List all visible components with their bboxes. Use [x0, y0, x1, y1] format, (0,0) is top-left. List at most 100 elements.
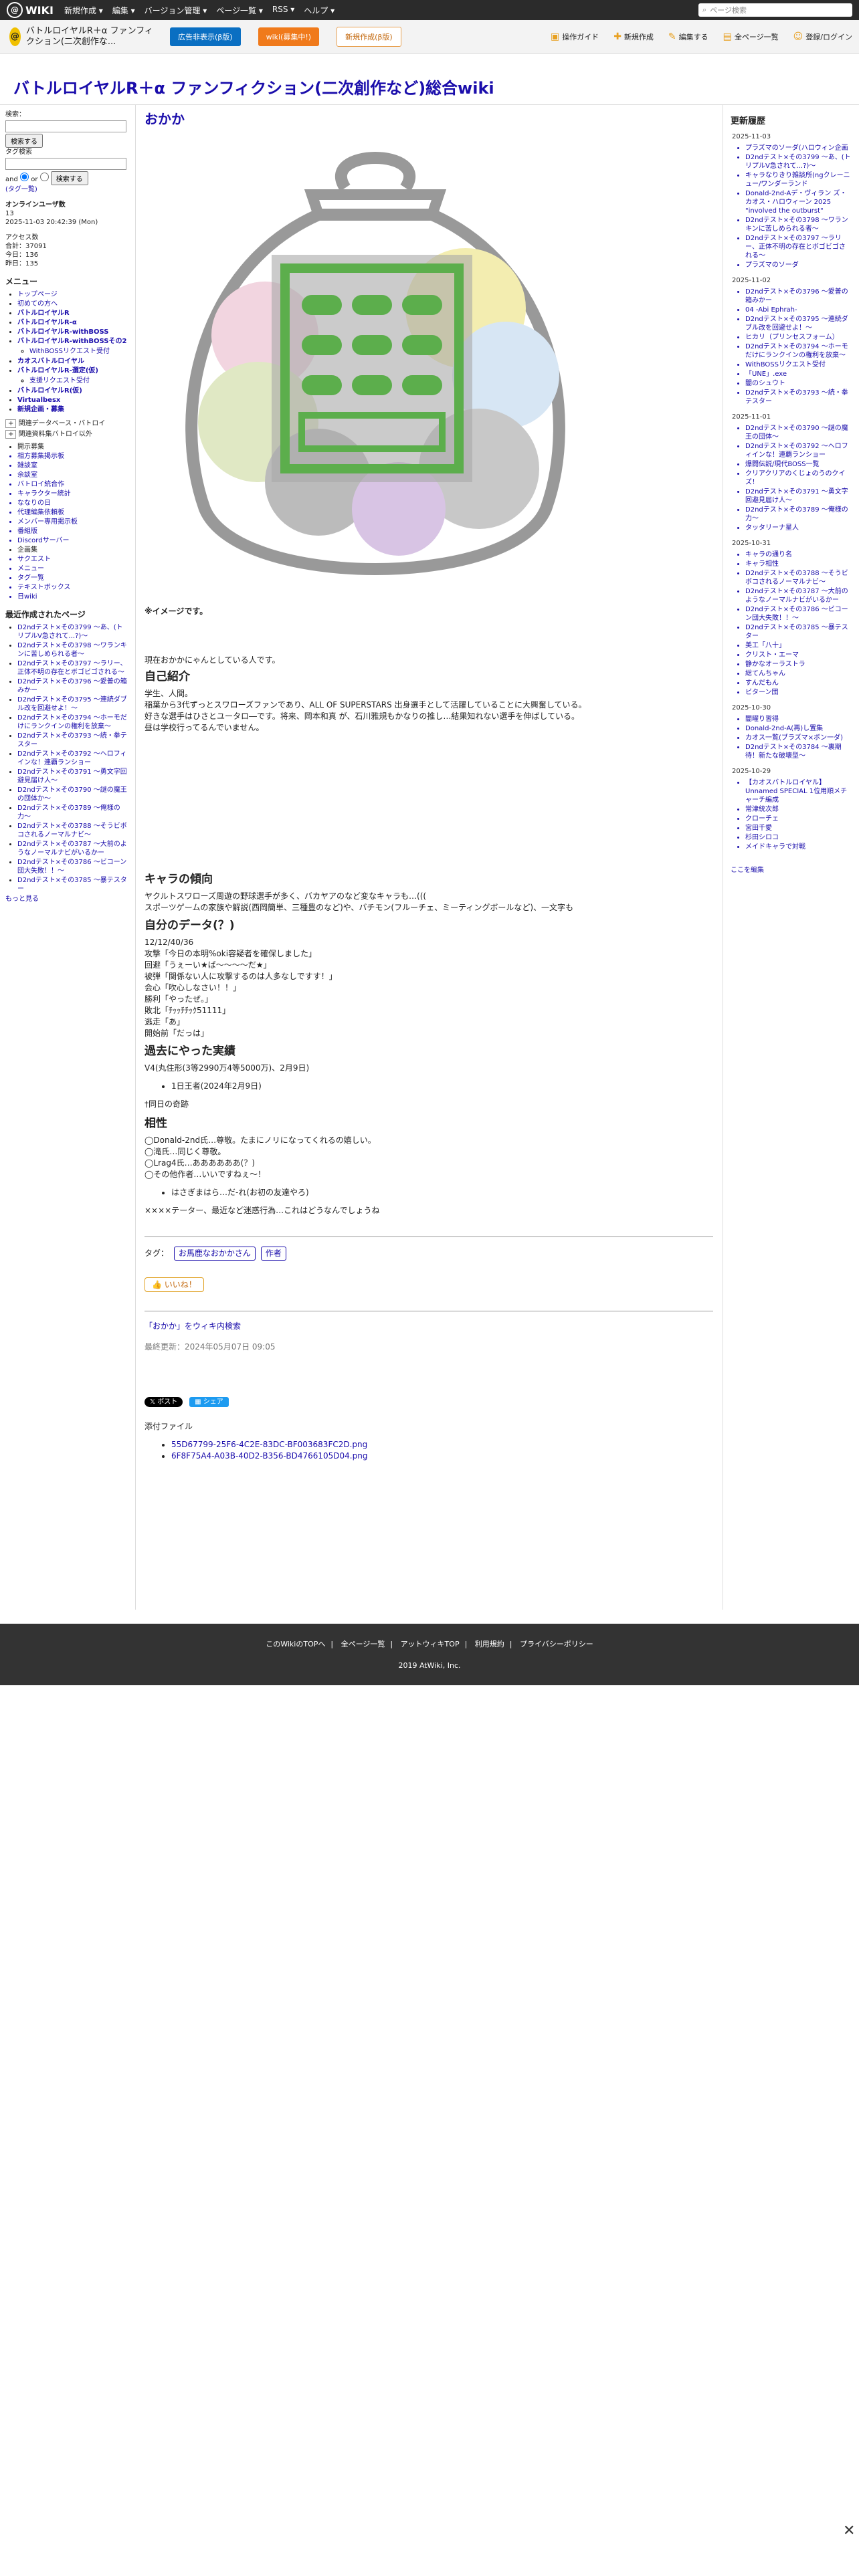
menu-pages[interactable]: ページ一覧 ▾ — [216, 5, 263, 16]
menu-item[interactable]: 初めての方へ — [17, 300, 58, 308]
history-item[interactable]: 総てんちゃん — [745, 669, 851, 678]
page-title[interactable]: バトルロイヤルR＋α ファンフィクション(二次創作など)総合wiki — [13, 75, 494, 98]
tag-list-link[interactable]: (タグ一覧) — [5, 185, 129, 194]
guide-button[interactable]: ▣ 操作ガイド — [551, 31, 599, 42]
tag-link[interactable]: お馬鹿なおかかさん — [173, 1247, 256, 1261]
history-item[interactable]: 爆闘伝説/現代BOSS一覧 — [745, 460, 851, 469]
recent-page-link[interactable]: D2ndテスト×その3798 〜ワランキンに苦しめられる者〜 — [17, 642, 127, 658]
history-item[interactable]: D2ndテスト×その3790 〜謎の魔王の団体〜 — [745, 424, 851, 441]
submenu-item[interactable]: バトロイ統合作 — [17, 480, 129, 489]
submenu-item[interactable]: テキストボックス — [17, 583, 129, 592]
menu-item[interactable]: カオスバトルロイヤル — [17, 358, 84, 365]
recent-page-link[interactable]: D2ndテスト×その3795 〜連続ダブル改を回避せよ！〜 — [17, 696, 127, 712]
history-item[interactable]: WithBOSSリクエスト受付 — [745, 360, 851, 369]
submenu-item[interactable]: 番組版 — [17, 527, 129, 536]
history-item[interactable]: Donald-2nd-Aデ・ヴィラン ズ・カオス・ハロウィーン 2025 "in… — [745, 189, 851, 215]
recent-page-link[interactable]: D2ndテスト×その3790 〜謎の魔王の団体か〜 — [17, 786, 127, 802]
recent-page-link[interactable]: D2ndテスト×その3793 〜続・拳テスター — [17, 732, 127, 748]
menu-item[interactable]: バトルロイヤルR-選定(仮) — [17, 367, 98, 374]
sidebar-search-input[interactable] — [5, 120, 126, 132]
history-item[interactable]: 04 -Abi Ephrah- — [745, 306, 851, 314]
footer-link[interactable]: このWikiのTOPへ — [266, 1640, 325, 1648]
history-item[interactable]: 闇曜り習得 — [745, 715, 851, 724]
menu-item[interactable]: バトルロイヤルR-withBOSSその2 — [17, 338, 126, 345]
submenu-item[interactable]: メニュー — [17, 564, 129, 573]
history-item[interactable]: D2ndテスト×その3793 〜続・拳テスター — [745, 389, 851, 406]
history-item[interactable]: プラズマのソーダ — [745, 261, 851, 270]
history-item[interactable]: D2ndテスト×その3796 〜愛普の箱みかー — [745, 288, 851, 305]
edit-here-link[interactable]: ここを編集 — [731, 867, 764, 874]
history-item[interactable]: 杉田シロコ — [745, 833, 851, 842]
recent-page-link[interactable]: D2ndテスト×その3792 〜ヘロフィインな！連覇ランショー — [17, 750, 127, 766]
history-item[interactable]: 美工「八十」 — [745, 641, 851, 650]
page-search-input[interactable]: ⌕ ページ検索 — [698, 3, 852, 17]
menu-version[interactable]: バージョン管理 ▾ — [145, 5, 207, 16]
history-item[interactable]: D2ndテスト×その3786 〜ビコーン団大失敗！！〜 — [745, 605, 851, 623]
history-item[interactable]: D2ndテスト×その3784 〜裏期待！新たな破壊型〜 — [745, 743, 851, 760]
history-item[interactable]: カオス一覧(ブラズマ×ボン一ダ) — [745, 734, 851, 742]
submenu-item[interactable]: キャラクター統計 — [17, 490, 129, 498]
submenu-item[interactable]: 余談室 — [17, 471, 129, 479]
submenu-item[interactable]: 相方募集掲示板 — [17, 452, 129, 461]
submenu-item[interactable]: 日wiki — [17, 593, 129, 601]
menu-item[interactable]: バトルロイヤルR — [17, 310, 70, 317]
history-item[interactable]: 静かなオーラストラ — [745, 660, 851, 669]
menu-item[interactable]: バトルロイヤルR(仮) — [17, 387, 82, 395]
edit-page-button[interactable]: ✎ 編集する — [668, 31, 708, 42]
history-item[interactable]: クリアクリアのくじょのうのクイズ！ — [745, 469, 851, 487]
footer-link[interactable]: アットウィキTOP — [401, 1640, 460, 1648]
history-item[interactable]: D2ndテスト×その3791 〜勇文字回避見届け人〜 — [745, 488, 851, 505]
recent-page-link[interactable]: D2ndテスト×その3797 〜ラリー、正体不明の存在とボゴビゴされる〜 — [17, 660, 127, 676]
recent-page-link[interactable]: D2ndテスト×その3786 〜ビコーン団大失敗！！〜 — [17, 859, 126, 875]
like-button[interactable]: 👍 いいね！ — [145, 1277, 204, 1292]
menu-rss[interactable]: RSS ▾ — [272, 5, 294, 16]
sidebar-search-button[interactable]: 検索する — [5, 134, 43, 148]
history-item[interactable]: タッタリーナ星人 — [745, 524, 851, 532]
history-item[interactable]: D2ndテスト×その3789 〜俺様の力〜 — [745, 506, 851, 523]
new-page-button[interactable]: ✚ 新規作成 — [613, 31, 654, 42]
footer-link[interactable]: 全ページ一覧 — [341, 1640, 385, 1648]
history-item[interactable]: すんだもん — [745, 679, 851, 687]
history-item[interactable]: プラズマのソーダ(ハロウィン企画 — [745, 144, 851, 152]
tag-search-button[interactable]: 検索する — [50, 171, 88, 185]
all-pages-button[interactable]: ▤ 全ページ一覧 — [723, 31, 779, 42]
history-item[interactable]: クリスト・エーマ — [745, 651, 851, 659]
history-item[interactable]: 闇のシュウト — [745, 379, 851, 388]
history-item[interactable]: ビターン団 — [745, 688, 851, 697]
submenu-item[interactable]: タグ一覧 — [17, 574, 129, 582]
history-item[interactable]: Donald-2nd-A(再)し置集 — [745, 724, 851, 733]
menu-item[interactable]: 支援リクエスト受付 — [29, 377, 90, 385]
submenu-item[interactable]: 代理編集依頼板 — [17, 508, 129, 517]
submenu-item[interactable]: 開示募集 — [17, 443, 129, 451]
submenu-item[interactable]: メンバー専用掲示板 — [17, 518, 129, 526]
history-item[interactable]: キャラ相性 — [745, 560, 851, 568]
x-post-button[interactable]: 𝕏 ポスト — [145, 1397, 183, 1407]
submenu-item[interactable]: Discordサーバー — [17, 536, 129, 545]
menu-item[interactable]: バトルロイヤルR-α — [17, 319, 77, 326]
new-beta-button[interactable]: 新規作成(β版) — [337, 27, 401, 47]
history-item[interactable]: D2ndテスト×その3795 〜連続ダブル改を回避せよ！〜 — [745, 315, 851, 332]
recent-page-link[interactable]: D2ndテスト×その3785 〜暴テスター — [17, 877, 127, 893]
history-item[interactable]: メイドキャラで対戦 — [745, 843, 851, 851]
menu-item[interactable]: 新規企画・募集 — [17, 406, 64, 413]
history-item[interactable]: D2ndテスト×その3792 〜ヘロフィインな！連覇ランショー — [745, 442, 851, 459]
tag-search-input[interactable] — [5, 158, 126, 170]
recent-page-link[interactable]: D2ndテスト×その3789 〜俺様の力〜 — [17, 804, 120, 821]
menu-help[interactable]: ヘルプ ▾ — [304, 5, 335, 16]
and-radio[interactable] — [39, 173, 49, 181]
history-item[interactable]: ヒカリ（プリンセスフォーム） — [745, 333, 851, 342]
history-item[interactable]: キャラの通り名 — [745, 550, 851, 559]
history-item[interactable]: キャラなりきり雑談所(ngクレーニュー/ワンダーランド — [745, 171, 851, 189]
footer-link[interactable]: プライバシーポリシー — [520, 1640, 593, 1648]
share-button[interactable]: ▦ シェア — [189, 1397, 229, 1407]
menu-new[interactable]: 新規作成 ▾ — [64, 5, 103, 16]
history-item[interactable]: D2ndテスト×その3798 〜ワランキンに苦しめられる者〜 — [745, 216, 851, 233]
history-item[interactable]: 宮田千愛 — [745, 824, 851, 833]
submenu-item[interactable]: サクエスト — [17, 555, 129, 564]
history-item[interactable]: D2ndテスト×その3785 〜暴テスター — [745, 623, 851, 641]
footer-link[interactable]: 利用規約 — [475, 1640, 504, 1648]
recent-page-link[interactable]: D2ndテスト×その3794 〜ホーモだけにランクインの権利を放棄〜 — [17, 714, 127, 730]
submenu-toggle[interactable]: + 関連データベース・バトロイ — [5, 419, 129, 428]
recent-page-link[interactable]: D2ndテスト×その3796 〜愛普の箱みかー — [17, 678, 127, 694]
recent-page-link[interactable]: D2ndテスト×その3791 〜勇文字回避見届け人〜 — [17, 768, 127, 784]
